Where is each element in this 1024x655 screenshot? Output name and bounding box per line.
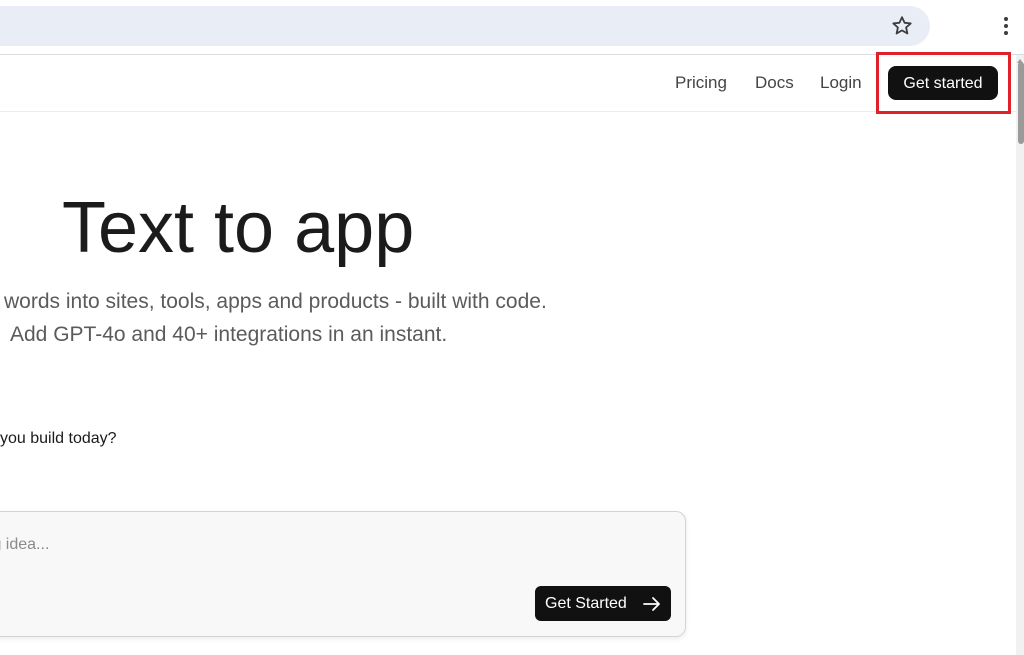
site-header	[0, 55, 1016, 112]
prompt-label: you build today?	[0, 430, 117, 447]
scrollbar-track[interactable]	[1016, 55, 1024, 655]
scroll-up-arrow-icon[interactable]	[1016, 57, 1024, 65]
idea-input[interactable]	[0, 532, 500, 558]
get-started-nav-button[interactable]: Get started	[888, 66, 998, 100]
hero-title: Text to app	[62, 188, 415, 268]
scrollbar-thumb[interactable]	[1018, 62, 1024, 144]
address-bar[interactable]	[0, 6, 930, 46]
star-icon[interactable]	[890, 14, 914, 38]
arrow-right-icon[interactable]	[642, 595, 662, 613]
more-vert-icon[interactable]	[996, 14, 1016, 38]
nav-docs-link[interactable]: Docs	[755, 74, 794, 92]
hero-subtitle-line-1: words into sites, tools, apps and produc…	[4, 290, 547, 313]
hero-subtitle-line-2: Add GPT-4o and 40+ integrations in an in…	[10, 323, 448, 346]
nav-pricing-link[interactable]: Pricing	[675, 74, 727, 92]
nav-login-link[interactable]: Login	[820, 74, 862, 92]
